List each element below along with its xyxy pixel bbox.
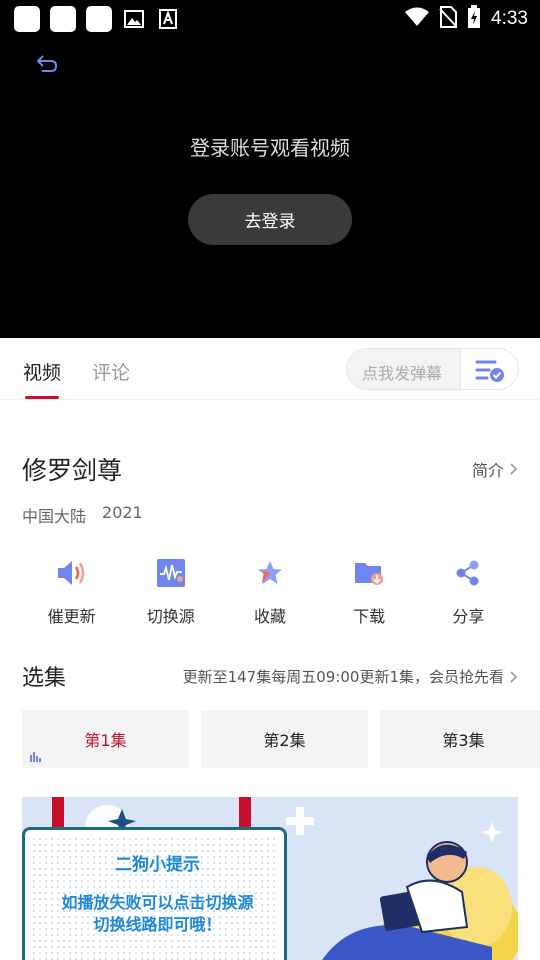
tab-comment[interactable]: 评论	[92, 358, 130, 385]
show-year: 2021	[102, 503, 143, 522]
switch-source-button[interactable]: 切换源	[121, 556, 220, 627]
episode-item[interactable]: 第2集	[201, 710, 368, 768]
no-sim-icon	[439, 6, 458, 32]
chevron-right-icon	[510, 463, 518, 475]
battery-charging-icon	[467, 5, 481, 33]
intro-label: 简介	[471, 461, 504, 480]
chevron-right-icon	[510, 670, 518, 683]
waveform-icon	[154, 556, 188, 590]
active-tab-indicator	[25, 396, 59, 399]
playing-bars-icon	[30, 752, 41, 762]
tip-card: 二狗小提示 如播放失败可以点击切换源 切换线路即可哦！	[22, 827, 287, 960]
image-icon	[122, 7, 146, 31]
tip-line: 如播放失败可以点击切换源 切换线路即可哦！	[25, 892, 290, 936]
action-label: 下载	[353, 607, 386, 626]
content-tabs: 视频 评论 点我发弹幕	[0, 338, 540, 400]
action-bar: 催更新 切换源 收藏 下载 分享	[22, 556, 518, 627]
login-button[interactable]: 去登录	[188, 194, 352, 245]
episode-list: 第1集 第2集 第3集	[22, 710, 540, 768]
notification-icon	[14, 6, 40, 32]
intro-link[interactable]: 简介	[472, 457, 518, 481]
danmaku-input[interactable]: 点我发弹幕	[362, 360, 442, 384]
tip-line-1: 如播放失败可以点击切换源	[61, 893, 254, 912]
urge-update-button[interactable]: 催更新	[22, 556, 121, 627]
download-folder-icon	[352, 556, 386, 590]
action-label: 收藏	[253, 607, 286, 626]
status-bar: 4:33	[0, 0, 540, 36]
tab-video[interactable]: 视频	[23, 358, 61, 385]
notification-icon	[86, 6, 112, 32]
favorite-button[interactable]: 收藏	[220, 556, 319, 627]
notification-icon	[50, 6, 76, 32]
video-player[interactable]: 4:33 登录账号观看视频 去登录	[0, 0, 540, 338]
tip-line-2: 切换线路即可哦！	[93, 915, 222, 934]
episodes-update-text: 更新至147集每周五09:00更新1集，会员抢先看	[182, 668, 504, 686]
login-message: 登录账号观看视频	[190, 136, 350, 160]
episode-label: 第3集	[442, 731, 485, 750]
back-button[interactable]	[34, 52, 60, 78]
action-label: 催更新	[47, 607, 96, 626]
wifi-icon	[405, 7, 430, 31]
star-icon	[253, 556, 287, 590]
action-label: 切换源	[146, 607, 195, 626]
tip-title: 二狗小提示	[115, 855, 200, 875]
action-label: 分享	[452, 607, 485, 626]
show-region: 中国大陆	[22, 507, 87, 526]
clock: 4:33	[491, 8, 528, 29]
speaker-icon	[55, 556, 89, 590]
danmaku-settings-button[interactable]	[460, 349, 518, 389]
episodes-update-link[interactable]: 更新至147集每周五09:00更新1集，会员抢先看	[183, 666, 518, 687]
share-button[interactable]: 分享	[419, 556, 518, 627]
show-meta: 中国大陆 2021	[22, 503, 143, 527]
episode-item[interactable]: 第1集	[22, 710, 189, 768]
tip-banner[interactable]: 二狗小提示 如播放失败可以点击切换源 切换线路即可哦！	[22, 797, 518, 960]
undo-arrow-icon	[36, 55, 58, 72]
danmaku-box[interactable]: 点我发弹幕	[346, 348, 519, 390]
show-title: 修罗剑尊	[22, 456, 123, 485]
episode-label: 第1集	[84, 731, 127, 750]
episode-label: 第2集	[263, 731, 306, 750]
danmaku-settings-icon	[475, 360, 504, 382]
download-button[interactable]: 下载	[320, 556, 419, 627]
episode-item[interactable]: 第3集	[380, 710, 540, 768]
text-a-icon	[156, 7, 180, 31]
share-icon	[451, 556, 485, 590]
episodes-heading: 选集	[22, 666, 67, 691]
